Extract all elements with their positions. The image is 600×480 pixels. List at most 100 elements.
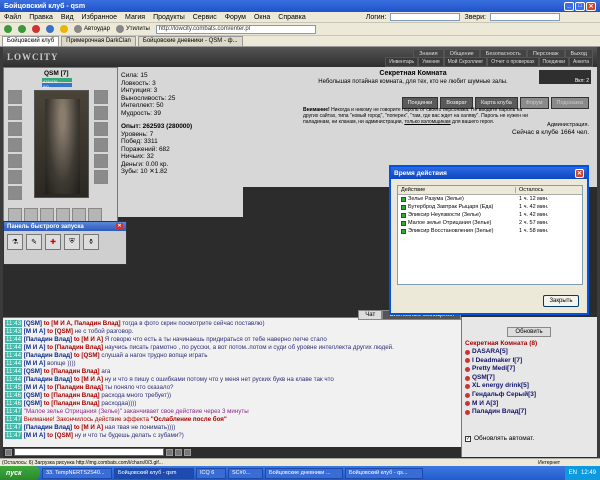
belt-item-6[interactable] [88,208,102,222]
helmet-slot[interactable] [8,90,22,104]
tab-fight-club[interactable]: Бойцовский клуб [2,36,60,46]
tab-darkclan[interactable]: Примерочная DarkClan [61,36,136,46]
nav-inventory[interactable]: Инвентарь [385,57,419,67]
menu-products[interactable]: Продукты [153,14,185,21]
menu-favorites[interactable]: Избранное [82,14,117,21]
heal-icon[interactable]: ✚ [45,234,61,250]
task-item[interactable]: Бойцовский клуб - qs... [345,467,423,479]
player-item[interactable]: DASARA[5] [465,348,536,357]
boots-slot[interactable] [94,170,108,184]
bracer-slot[interactable] [94,138,108,152]
shield-icon[interactable]: ⛨ [64,234,80,250]
player-item[interactable]: Pretty Medi[7] [465,365,536,374]
auto-refresh-toggle[interactable]: ✓ Обновлять автомат. [465,435,534,442]
refresh-button[interactable]: Обновить [507,327,551,337]
chat-author[interactable]: [М И А] [24,344,46,351]
task-item[interactable]: Бойцовские дневники ... [265,467,343,479]
close-icon[interactable]: ✕ [116,223,123,230]
utilities-button[interactable]: Утилиты [115,25,150,33]
nav-fights[interactable]: Поединки [538,57,570,67]
back-icon[interactable] [4,25,12,33]
armor-slot[interactable] [8,138,22,152]
forward-icon[interactable] [18,25,26,33]
task-item[interactable]: 33. TempNERTS2S40... [42,467,112,479]
minimize-button[interactable]: _ [564,1,574,11]
task-item[interactable]: ICQ 6 [196,467,226,479]
menu-view[interactable]: Вид [61,14,74,21]
chat-author[interactable]: [QSM] [24,400,42,407]
belt-item-1[interactable] [8,208,22,222]
tab-diaries[interactable]: Бойцовские дневники - QSM - ф... [137,36,243,46]
col-remaining[interactable]: Осталось [516,187,544,193]
nav-profile[interactable]: Анкета [569,57,593,67]
dialog-close-button[interactable]: Закрыть [543,295,579,307]
chat-author[interactable]: [Паладин Влад] [24,424,72,431]
ring-slot-2[interactable] [8,186,22,200]
chat-author[interactable]: [М И А] [24,360,46,367]
chat-icon-4[interactable] [184,448,191,456]
refresh-icon[interactable] [46,25,54,33]
crackers-link[interactable]: только взломщикам [404,119,450,125]
shield-slot[interactable] [94,122,108,136]
amulet-slot[interactable] [8,106,22,120]
nav-scroll[interactable]: Мой Скроллинг [443,57,488,67]
menu-forum[interactable]: Форум [225,14,246,21]
belt-item-2[interactable] [24,208,38,222]
scroll-icon[interactable]: ✎ [26,234,42,250]
dialog-close-icon[interactable]: ✕ [575,168,584,178]
belt-item-5[interactable] [72,208,86,222]
chat-icon-2[interactable] [166,448,173,456]
login-input[interactable] [390,13,461,21]
stop-icon[interactable] [32,25,40,33]
player-item[interactable]: Паладин Влад[7] [465,408,536,417]
menu-file[interactable]: Файл [4,14,21,21]
start-button[interactable]: пуск [0,466,40,480]
belt-item-3[interactable] [40,208,54,222]
earring-slot[interactable] [94,90,108,104]
chat-author[interactable]: [Паладин Влад] [24,376,72,383]
player-item[interactable]: XL energy drink[5] [465,382,536,391]
player-item[interactable]: М И А[3] [465,400,536,409]
chat-author[interactable]: [Паладин Влад] [24,336,72,343]
legs-slot[interactable] [94,154,108,168]
menu-windows[interactable]: Окна [254,14,270,21]
chat-author[interactable]: [QSM] [24,320,42,327]
menu-edit[interactable]: Правка [29,14,53,21]
task-item[interactable]: Бойцовский клуб - qsm [114,467,194,479]
player-item[interactable]: QSM[7] [465,374,536,383]
language-indicator[interactable]: EN [569,470,577,476]
chat-icon-1[interactable] [5,448,12,456]
chat-author[interactable]: [QSM] [24,368,42,375]
chat-input[interactable] [14,448,164,456]
chat-author[interactable]: [Паладин Влад] [24,352,72,359]
gloves-slot[interactable] [94,106,108,120]
player-item[interactable]: I Deadmaker I[7] [465,357,536,366]
home-icon[interactable] [60,25,68,33]
potion-icon[interactable]: ⚗ [7,234,23,250]
hint-button[interactable]: Подсказка [550,97,589,109]
belt-item-4[interactable] [56,208,70,222]
col-action[interactable]: Действие [398,187,516,193]
chat-icon-3[interactable] [175,448,182,456]
menu-magic[interactable]: Магия [125,14,145,21]
effect-row[interactable]: Эликсир Неуязвости (Зелье) 1 ч. 42 мин. [398,211,582,219]
weapon-slot[interactable] [8,122,22,136]
belt-slot[interactable] [8,154,22,168]
address-field[interactable]: http://lowcity.combats.com/enter.pl [155,24,316,34]
effect-row[interactable]: Эликсир Восстановления (Зелье) 1 ч. 58 ми… [398,227,582,235]
nav-report[interactable]: Отчет о проверках [487,57,539,67]
menu-help[interactable]: Справка [278,14,305,21]
nav-skills[interactable]: Умения [418,57,444,67]
close-button[interactable]: ✕ [586,1,596,11]
chat-author[interactable]: [М И А] [24,384,46,391]
player-item[interactable]: Гендальф Серый[3] [465,391,536,400]
effect-row[interactable]: Бутерброд Завтрак Рыцаря (Еда) 1 ч. 42 ми… [398,203,582,211]
character-avatar[interactable] [34,90,89,198]
servers-input[interactable] [490,13,560,21]
effect-row[interactable]: Малое зелье Отрицания (Зелье) 2 ч. 57 мин… [398,219,582,227]
menu-service[interactable]: Сервис [193,14,217,21]
chat-author[interactable]: [М И А] [24,432,46,439]
task-item[interactable]: SC#0... [228,467,263,479]
autoupdate-button[interactable]: Автоудар [74,25,110,33]
elixir-icon[interactable]: ⚱ [83,234,99,250]
